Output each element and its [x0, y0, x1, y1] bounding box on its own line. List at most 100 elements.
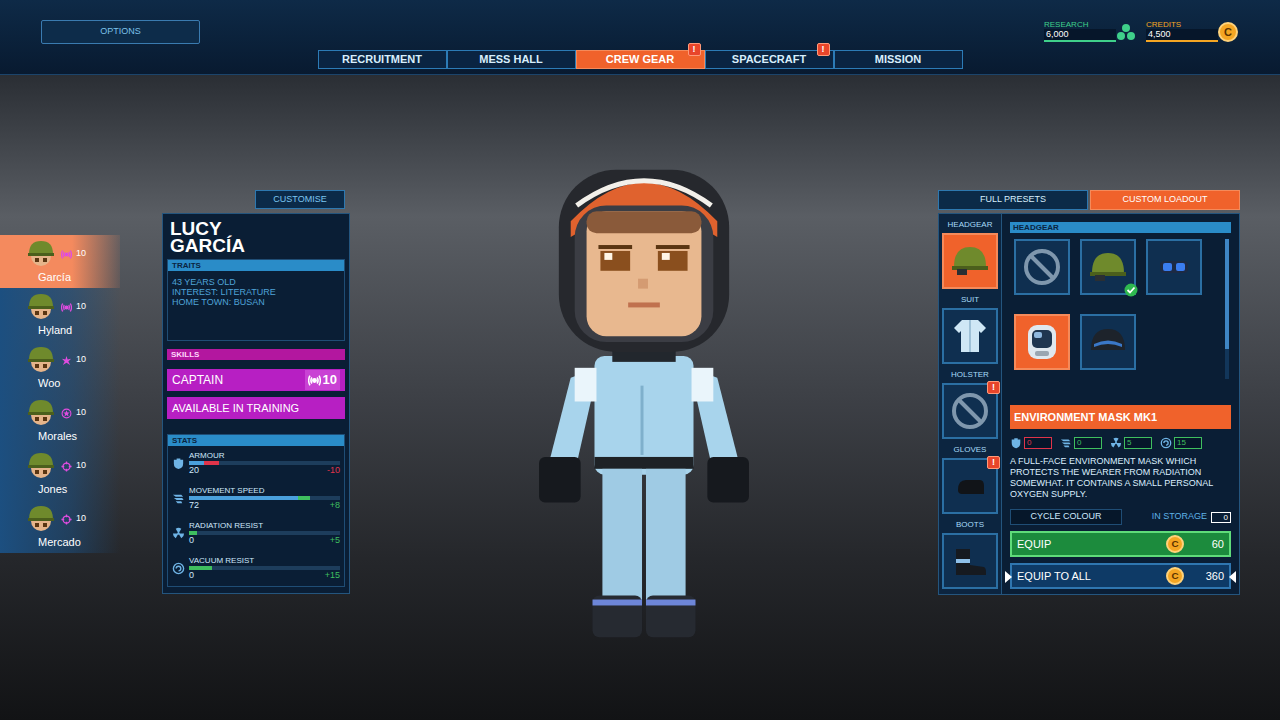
gear-slot[interactable]: SUIT	[939, 295, 1001, 364]
item-tile[interactable]	[1146, 239, 1202, 295]
skill-level: 10	[323, 370, 337, 390]
item-column: HEADGEARENVIRONMENT MASK MK100515A FULL-…	[1001, 214, 1239, 594]
crew-row[interactable]: 10Jones	[0, 447, 120, 500]
stat-bar-change	[189, 566, 212, 570]
item-grid	[1014, 239, 1202, 379]
empty-slot-icon	[1020, 245, 1064, 289]
speed-wing-icon	[1060, 437, 1072, 449]
stat-label: MOVEMENT SPEED	[189, 486, 340, 495]
crew-full-name: LUCYGARCÍA	[167, 220, 345, 254]
crew-row[interactable]: 10Morales	[0, 394, 120, 447]
stat-bar-change	[189, 531, 197, 535]
resource-counter: CREDITS4,500C	[1146, 20, 1238, 42]
radiation-icon	[1110, 437, 1122, 449]
crew-skill-level: 10	[76, 247, 86, 261]
storage-count: IN STORAGE0	[1152, 510, 1231, 524]
crew-list: 10García10Hyland10Woo10Morales10Jones10M…	[0, 235, 120, 553]
skill-bar: AVAILABLE IN TRAINING	[167, 397, 345, 419]
gear-slot[interactable]: HEADGEAR	[939, 220, 1001, 289]
crew-avatar-icon	[25, 238, 57, 270]
stat-row: ARMOUR20-10	[168, 446, 344, 481]
vacuum-icon	[1160, 437, 1172, 449]
crew-row[interactable]: 10Hyland	[0, 288, 120, 341]
action-label: EQUIP TO ALL	[1017, 568, 1091, 585]
crew-skill-level: 10	[76, 353, 86, 367]
slot-label: BOOTS	[956, 520, 984, 530]
crew-avatar-icon	[25, 503, 57, 535]
stat-bar-fill	[189, 496, 298, 500]
stat-bar-fill	[189, 461, 204, 465]
hangar-scene: 10García10Hyland10Woo10Morales10Jones10M…	[0, 75, 1280, 720]
crew-name: Woo	[0, 376, 120, 390]
stat-label: VACUUM RESIST	[189, 556, 340, 565]
main-tab[interactable]: CREW GEAR!	[576, 50, 705, 69]
item-tile[interactable]	[1014, 239, 1070, 295]
research-icon	[1116, 22, 1136, 42]
alert-badge: !	[817, 43, 830, 56]
resources: RESEARCH6,000CREDITS4,500C	[1044, 20, 1239, 42]
arrow-left-icon	[1005, 571, 1012, 583]
green-helmet-icon	[1086, 245, 1130, 289]
main-tab[interactable]: SPACECRAFT!	[705, 50, 834, 69]
radiation-icon	[172, 527, 185, 540]
gear-slot[interactable]: BOOTS	[939, 520, 1001, 589]
item-description: A FULL-FACE ENVIRONMENT MASK WHICH PROTE…	[1010, 456, 1231, 500]
medic-wing-icon	[61, 355, 72, 366]
crew-row[interactable]: 10García	[0, 235, 120, 288]
stat-row: RADIATION RESIST0+5	[168, 516, 344, 551]
crew-name: Morales	[0, 429, 120, 443]
item-stat-value: 15	[1174, 437, 1202, 449]
top-bar: OPTIONSRESEARCH6,000CREDITS4,500CRECRUIT…	[0, 0, 1280, 75]
options-button[interactable]: OPTIONS	[41, 20, 200, 44]
crew-avatar-icon	[25, 397, 57, 429]
alert-badge: !	[987, 456, 1000, 469]
environment-mask-icon	[1020, 320, 1064, 364]
crew-avatar-icon	[25, 450, 57, 482]
slot-column: HEADGEARSUITHOLSTER!GLOVES! BOOTS	[939, 214, 1001, 594]
signal-icon	[61, 302, 72, 313]
stat-label: RADIATION RESIST	[189, 521, 340, 530]
skill-label: AVAILABLE IN TRAINING	[172, 400, 299, 417]
item-tile[interactable]	[1014, 314, 1070, 370]
loadout-tab[interactable]: FULL PRESETS	[938, 190, 1088, 210]
gear-slot[interactable]: GLOVES!	[939, 445, 1001, 514]
goggles-icon	[1152, 245, 1196, 289]
item-scrollbar[interactable]	[1225, 239, 1229, 379]
item-stats: 00515	[1010, 437, 1231, 449]
suit-icon	[948, 314, 992, 358]
crew-row[interactable]: 10Mercado	[0, 500, 120, 553]
green-helmet-icon	[948, 239, 992, 283]
main-tab[interactable]: MISSION	[834, 50, 963, 69]
resource-label: CREDITS	[1146, 20, 1218, 29]
customise-tab[interactable]: CUSTOMISE	[255, 190, 345, 209]
crew-row[interactable]: 10 Woo	[0, 341, 120, 394]
loadout-tab[interactable]: CUSTOM LOADOUT	[1090, 190, 1240, 210]
coin-icon: C	[1166, 535, 1184, 553]
stat-bar-change	[204, 461, 219, 465]
traits-box: TRAITS43 YEARS OLDINTEREST: LITERATUREHO…	[167, 259, 345, 341]
item-stat-value: 0	[1074, 437, 1102, 449]
item-tile[interactable]	[1080, 314, 1136, 370]
stat-row: MOVEMENT SPEED72+8	[168, 481, 344, 516]
stat-change: -10	[327, 465, 340, 476]
traits-header: TRAITS	[168, 260, 344, 271]
resource-value: 6,000	[1044, 29, 1116, 42]
stat-bar-change	[298, 496, 310, 500]
stat-change: +15	[325, 570, 340, 581]
gear-slot[interactable]: HOLSTER!	[939, 370, 1001, 439]
crew-skill-level: 10	[76, 300, 86, 314]
main-tab[interactable]: MESS HALL	[447, 50, 576, 69]
main-tab[interactable]: RECRUITMENT	[318, 50, 447, 69]
profile-panel: LUCYGARCÍA TRAITS43 YEARS OLDINTEREST: LI…	[162, 213, 350, 594]
alert-badge: !	[688, 43, 701, 56]
gloves-icon	[948, 464, 992, 508]
item-tile[interactable]	[1080, 239, 1136, 295]
equip-all-button[interactable]: EQUIP TO ALLC360	[1010, 563, 1231, 589]
main-tabs: RECRUITMENTMESS HALLCREW GEAR!SPACECRAFT…	[0, 50, 1280, 69]
stats-header: STATS	[168, 435, 344, 446]
coin-icon: C	[1166, 567, 1184, 585]
cycle-colour-button[interactable]: CYCLE COLOUR	[1010, 509, 1122, 525]
stat-bar	[189, 531, 340, 535]
crew-avatar-icon	[25, 344, 57, 376]
equip-button[interactable]: EQUIPC60	[1010, 531, 1231, 557]
